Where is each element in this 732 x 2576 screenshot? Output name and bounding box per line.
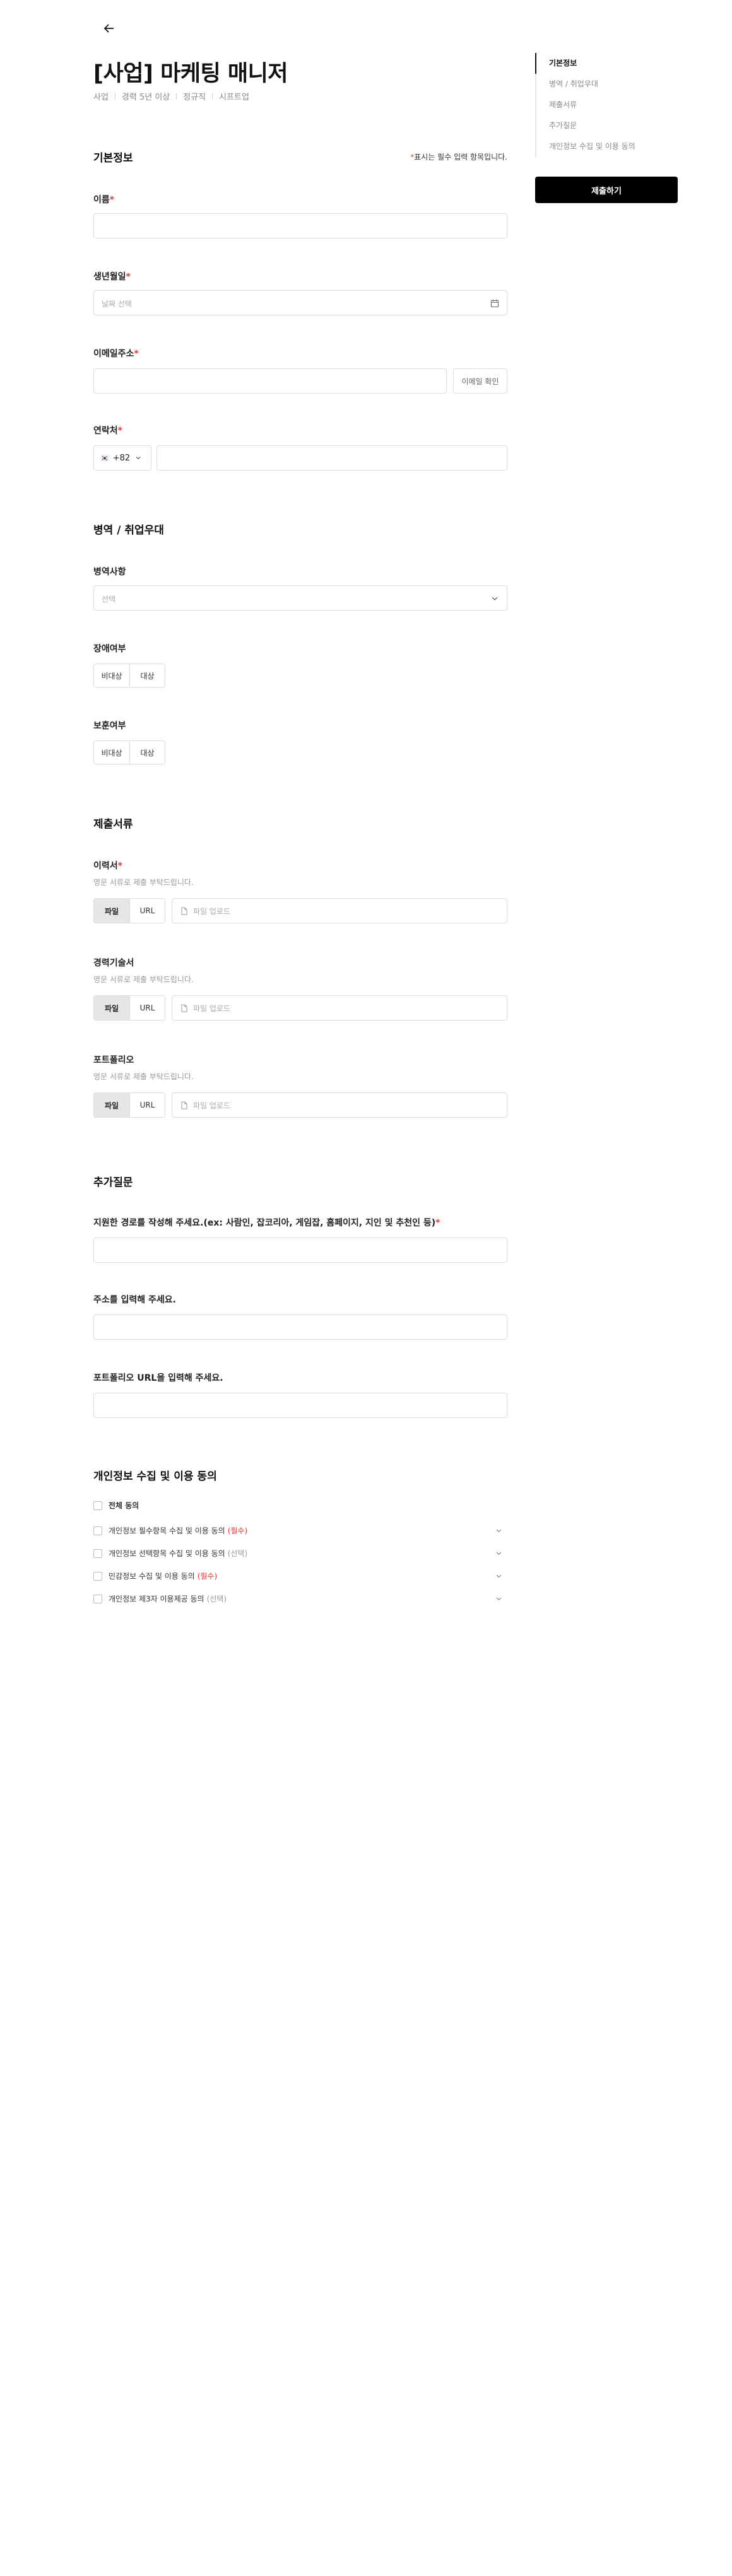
agree-item-4[interactable]: 개인정보 제3자 이용제공 동의 (선택) xyxy=(93,1593,507,1604)
agree-item-checkbox[interactable] xyxy=(93,1594,102,1603)
agree-item-1[interactable]: 개인정보 필수항목 수집 및 이용 동의 (필수) xyxy=(93,1525,507,1536)
career-type-toggle: 파일 URL xyxy=(93,995,165,1021)
nav-privacy[interactable]: 개인정보 수집 및 이용 동의 xyxy=(536,136,678,157)
career-upload[interactable]: 파일 업로드 xyxy=(172,995,507,1021)
resume-type-toggle: 파일 URL xyxy=(93,898,165,923)
back-button[interactable] xyxy=(100,19,119,38)
agree-item-3[interactable]: 민감정보 수집 및 이용 동의 (필수) xyxy=(93,1571,507,1581)
portfolio-hint: 영문 서류로 제출 부탁드립니다. xyxy=(93,1072,194,1081)
military-label: 병역사항 xyxy=(93,567,126,577)
career-label: 경력기술서 xyxy=(93,958,134,968)
section-military-title: 병역 / 취업우대 xyxy=(93,524,164,537)
section-nav: 기본정보 병역 / 취업우대 제출서류 추가질문 개인정보 수집 및 이용 동의 xyxy=(535,53,678,157)
question-source-label: 지원한 경로를 작성해 주세요.(ex: 사람인, 잡코리아, 게임잡, 홈페이… xyxy=(93,1218,440,1228)
portfolio-type-toggle: 파일 URL xyxy=(93,1092,165,1118)
email-label: 이메일주소* xyxy=(93,349,139,359)
birth-date-input[interactable]: 날짜 선택 xyxy=(93,290,507,315)
agree-all[interactable]: 전체 동의 xyxy=(93,1500,507,1511)
meta-category: 사업 xyxy=(93,93,109,102)
meta-experience: 경력 5년 이상 xyxy=(121,93,170,102)
page-title: [사업] 마케팅 매니저 xyxy=(93,61,288,86)
career-tab-file[interactable]: 파일 xyxy=(94,996,129,1020)
resume-upload[interactable]: 파일 업로드 xyxy=(172,898,507,923)
portfolio-tab-url[interactable]: URL xyxy=(129,1093,165,1117)
resume-label: 이력서* xyxy=(93,861,122,871)
required-note: *표시는 필수 입력 항목입니다. xyxy=(410,153,507,161)
resume-tab-url[interactable]: URL xyxy=(129,899,165,923)
calendar-icon xyxy=(491,300,499,307)
meta-company: 시프트업 xyxy=(219,93,249,102)
country-code-select[interactable]: 🇰🇷 +82 xyxy=(93,445,151,471)
job-meta: 사업 경력 5년 이상 정규직 시프트업 xyxy=(93,90,249,102)
nav-military[interactable]: 병역 / 취업우대 xyxy=(536,74,678,95)
question-portfolio-url-label: 포트폴리오 URL을 입력해 주세요. xyxy=(93,1373,223,1383)
flag-kr-icon: 🇰🇷 xyxy=(100,454,109,462)
birth-label: 생년월일* xyxy=(93,272,131,282)
disability-toggle: 비대상 대상 xyxy=(93,664,165,688)
nav-basic[interactable]: 기본정보 xyxy=(535,53,678,74)
disability-option-yes[interactable]: 대상 xyxy=(129,664,165,687)
military-select[interactable]: 선택 xyxy=(93,585,507,611)
meta-type: 정규직 xyxy=(183,93,206,102)
name-input[interactable] xyxy=(93,213,507,238)
portfolio-upload[interactable]: 파일 업로드 xyxy=(172,1092,507,1118)
chevron-down-icon xyxy=(136,457,141,460)
veteran-option-yes[interactable]: 대상 xyxy=(129,741,165,764)
email-input[interactable] xyxy=(93,368,447,394)
file-icon xyxy=(181,1101,187,1109)
career-tab-url[interactable]: URL xyxy=(129,996,165,1020)
career-hint: 영문 서류로 제출 부탁드립니다. xyxy=(93,975,194,984)
phone-label: 연락처* xyxy=(93,426,122,436)
chevron-down-icon[interactable] xyxy=(495,1550,502,1557)
nav-docs[interactable]: 제출서류 xyxy=(536,95,678,115)
chevron-down-icon[interactable] xyxy=(495,1572,502,1579)
portfolio-label: 포트폴리오 xyxy=(93,1055,134,1065)
phone-input[interactable] xyxy=(156,445,507,471)
chevron-down-icon[interactable] xyxy=(495,1595,502,1602)
agree-item-checkbox[interactable] xyxy=(93,1549,102,1558)
chevron-down-icon[interactable] xyxy=(495,1527,502,1534)
disability-label: 장애여부 xyxy=(93,644,126,654)
back-arrow-icon xyxy=(103,24,114,33)
submit-button[interactable]: 제출하기 xyxy=(535,177,678,203)
section-extra-title: 추가질문 xyxy=(93,1176,133,1189)
sidebar: 기본정보 병역 / 취업우대 제출서류 추가질문 개인정보 수집 및 이용 동의… xyxy=(535,53,678,203)
question-address-input[interactable] xyxy=(93,1314,507,1340)
section-privacy-title: 개인정보 수집 및 이용 동의 xyxy=(93,1470,217,1483)
email-check-button[interactable]: 이메일 확인 xyxy=(453,368,507,394)
disability-option-no[interactable]: 비대상 xyxy=(94,664,129,687)
chevron-down-icon xyxy=(492,597,498,600)
agree-item-2[interactable]: 개인정보 선택항목 수집 및 이용 동의 (선택) xyxy=(93,1548,507,1559)
resume-tab-file[interactable]: 파일 xyxy=(94,899,129,923)
agree-item-checkbox[interactable] xyxy=(93,1571,102,1581)
file-icon xyxy=(181,907,187,915)
section-docs-title: 제출서류 xyxy=(93,818,133,831)
veteran-toggle: 비대상 대상 xyxy=(93,741,165,764)
resume-hint: 영문 서류로 제출 부탁드립니다. xyxy=(93,878,194,887)
nav-extra[interactable]: 추가질문 xyxy=(536,115,678,136)
section-basic-title: 기본정보 xyxy=(93,152,133,165)
veteran-option-no[interactable]: 비대상 xyxy=(94,741,129,764)
veteran-label: 보훈여부 xyxy=(93,721,126,731)
name-label: 이름* xyxy=(93,195,115,205)
portfolio-tab-file[interactable]: 파일 xyxy=(94,1093,129,1117)
agree-all-checkbox[interactable] xyxy=(93,1501,102,1510)
file-icon xyxy=(181,1004,187,1012)
question-source-input[interactable] xyxy=(93,1238,507,1263)
agree-item-checkbox[interactable] xyxy=(93,1526,102,1535)
question-portfolio-url-input[interactable] xyxy=(93,1393,507,1418)
question-address-label: 주소를 입력해 주세요. xyxy=(93,1295,176,1305)
